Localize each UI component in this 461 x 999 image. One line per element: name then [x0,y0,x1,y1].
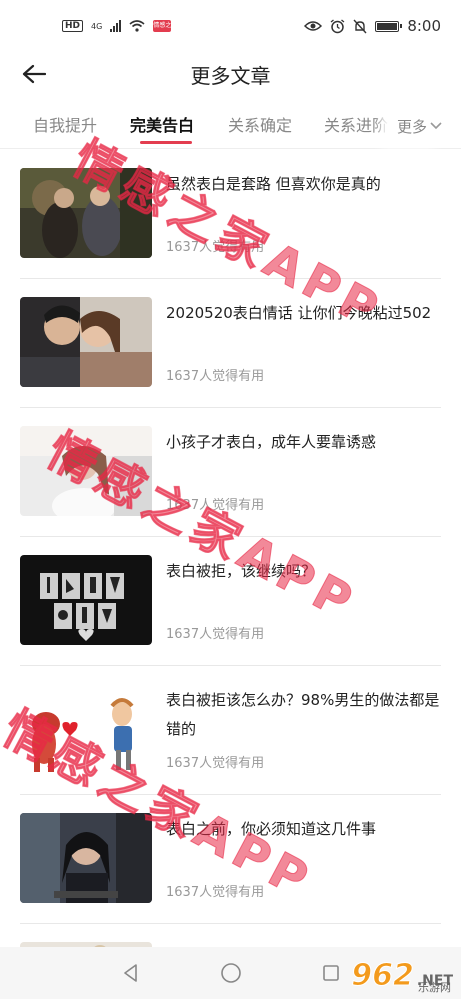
article-title: 虽然表白是套路 但喜欢你是真的 [166,175,381,193]
mute-bell-icon [353,19,367,33]
article-thumbnail [20,813,152,903]
square-recents-icon [322,965,339,981]
page-title: 更多文章 [190,64,271,88]
article-useful-count: 1637人觉得有用 [166,369,265,384]
site-logo: 962 .NET 乐游网 [351,958,453,995]
nav-home-button[interactable] [216,958,246,988]
article-item[interactable]: 虽然表白是套路 但喜欢你是真的 1637人觉得有用 [20,150,441,279]
network-type: 4G [91,21,103,31]
more-label: 更多 [396,117,427,136]
logo-number: 962 [351,958,415,994]
wifi-icon [129,20,145,32]
tab-self-improvement[interactable]: 自我提升 [33,112,97,136]
article-item[interactable]: 表白被拒该怎么办？98%男生的做法都是错的 1637人觉得有用 [20,666,441,795]
article-title: 2020520表白情话 让你们今晚粘过502 [166,304,432,322]
active-tab-indicator [140,141,192,144]
article-useful-count: 1637人觉得有用 [166,240,265,255]
circle-home-icon [220,963,241,983]
nav-back-button[interactable] [116,958,146,988]
article-thumbnail [20,555,152,645]
article-title: 表白被拒，该继续吗？ [166,562,317,580]
article-thumbnail [20,297,152,387]
app-notification-badge: 情感之家 [153,20,172,41]
hd-badge: HD [62,20,84,32]
article-useful-count: 1637人觉得有用 [166,885,265,900]
logo-subtitle: 乐游网 [418,981,451,994]
chevron-down-icon [430,122,442,130]
article-item[interactable]: 表白之前，你必须知道这几件事 1637人觉得有用 [20,795,441,924]
nav-recents-button[interactable] [316,958,346,988]
article-title: 表白之前，你必须知道这几件事 [166,820,377,838]
article-thumbnail [20,168,152,258]
battery-icon [375,20,403,32]
article-title: 表白被拒该怎么办？98%男生的做法都是错的 [166,691,440,738]
article-useful-count: 1637人觉得有用 [166,756,265,771]
signal-icon [110,20,122,32]
eye-icon [304,21,323,31]
tab-perfect-confession[interactable]: 完美告白 [130,112,194,136]
more-categories-button[interactable]: 更多 [388,104,443,148]
article-item[interactable]: 小孩子才表白，成年人要靠诱惑 1637人觉得有用 [20,408,441,537]
article-thumbnail [20,426,152,516]
tab-relationship-confirm[interactable]: 关系确定 [228,112,292,136]
article-useful-count: 1637人觉得有用 [166,627,265,642]
clock: 8:00 [407,17,441,35]
alarm-icon [330,18,345,33]
article-thumbnail [20,684,152,774]
app-header: 更多文章 [0,52,461,96]
article-title: 小孩子才表白，成年人要靠诱惑 [166,433,377,451]
article-item[interactable]: 表白被拒，该继续吗？ 1637人觉得有用 [20,537,441,666]
triangle-back-icon [123,964,137,982]
article-useful-count: 1637人觉得有用 [166,498,265,513]
tab-relationship-advance[interactable]: 关系进阶 [324,112,388,136]
category-tabs: 自我提升 完美告白 关系确定 关系进阶 更多 [0,104,461,149]
article-item[interactable]: 2020520表白情话 让你们今晚粘过502 1637人觉得有用 [20,279,441,408]
status-bar: HD 4G 情感之家 8:00 [0,0,461,52]
